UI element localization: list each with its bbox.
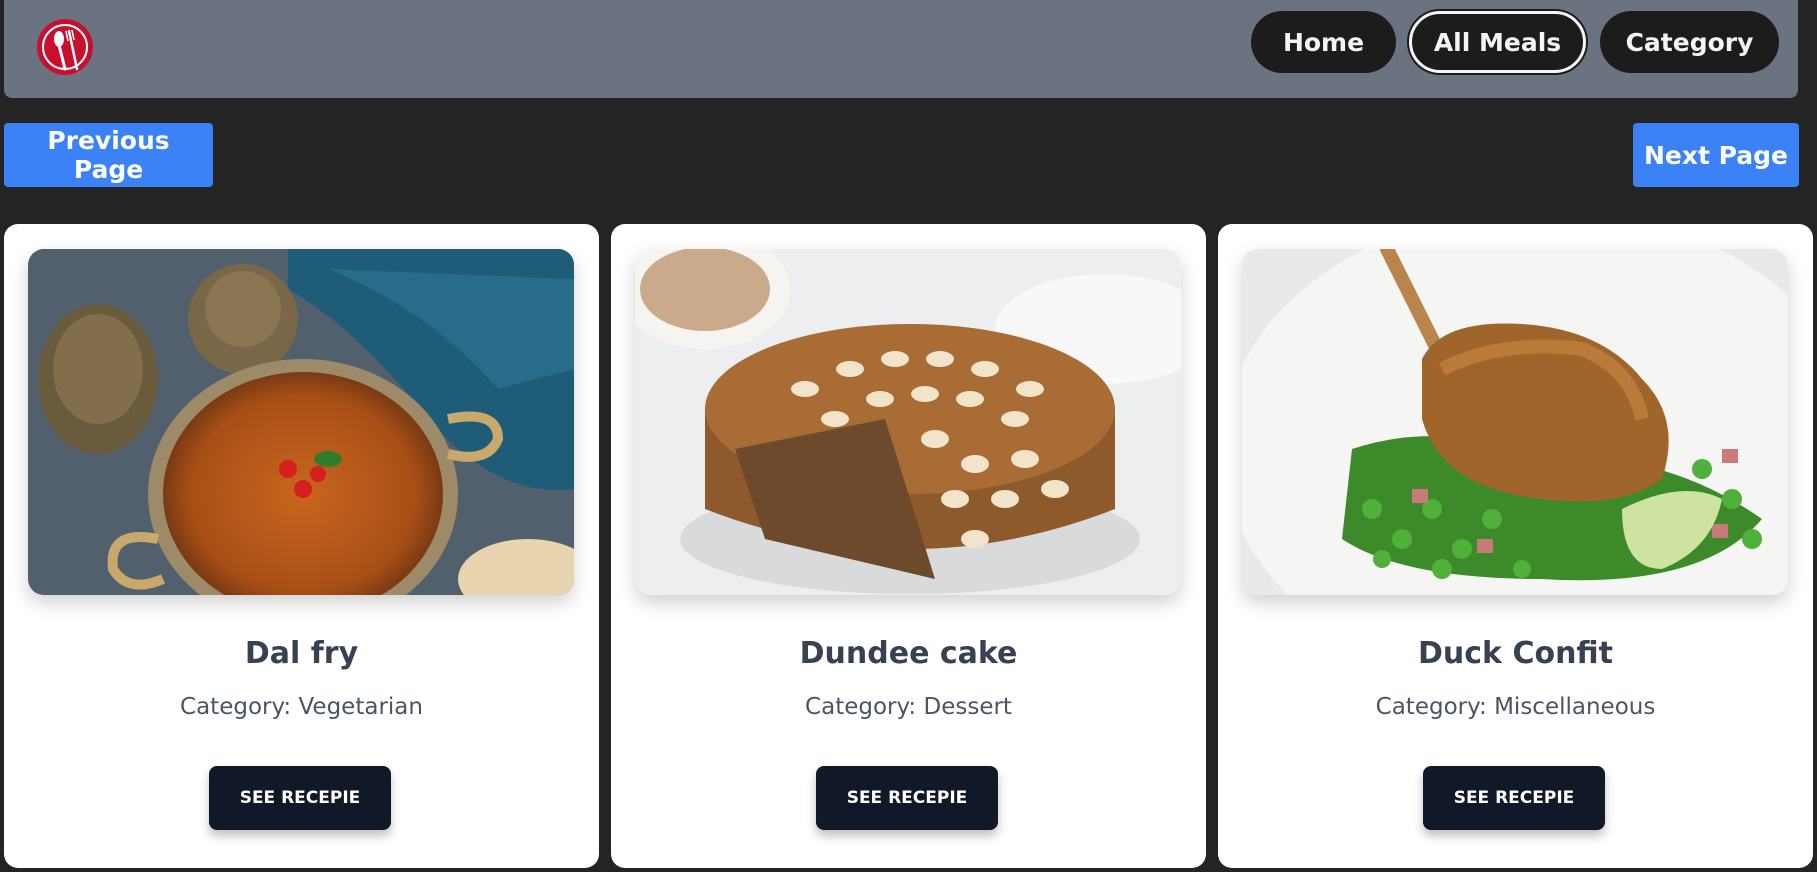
meal-category: Category: Vegetarian bbox=[180, 694, 423, 720]
dal-fry-image bbox=[28, 249, 574, 595]
see-recipe-button[interactable]: SEE RECEPIE bbox=[1423, 766, 1605, 830]
meal-category: Category: Miscellaneous bbox=[1375, 694, 1656, 720]
previous-page-button[interactable]: Previous Page bbox=[4, 123, 213, 187]
meal-title: Dal fry bbox=[244, 636, 359, 671]
meal-title: Duck Confit bbox=[1418, 636, 1613, 671]
meal-title: Dundee cake bbox=[799, 636, 1018, 671]
meal-card: Dundee cake Category: Dessert SEE RECEPI… bbox=[611, 224, 1206, 868]
next-page-button[interactable]: Next Page bbox=[1633, 123, 1799, 187]
duck-confit-image bbox=[1242, 249, 1788, 595]
see-recipe-button[interactable]: SEE RECEPIE bbox=[816, 766, 998, 830]
restaurant-logo-icon[interactable] bbox=[35, 17, 95, 77]
nav-all-meals-button[interactable]: All Meals bbox=[1409, 11, 1586, 73]
meal-card: Dal fry Category: Vegetarian SEE RECEPIE bbox=[4, 224, 599, 868]
meal-card: Duck Confit Category: Miscellaneous SEE … bbox=[1218, 224, 1813, 868]
nav-category-button[interactable]: Category bbox=[1600, 11, 1779, 73]
nav-home-button[interactable]: Home bbox=[1251, 11, 1396, 73]
see-recipe-button[interactable]: SEE RECEPIE bbox=[209, 766, 391, 830]
meal-category: Category: Dessert bbox=[805, 694, 1012, 720]
dundee-cake-image bbox=[635, 249, 1181, 595]
navbar: Home All Meals Category bbox=[4, 0, 1798, 98]
